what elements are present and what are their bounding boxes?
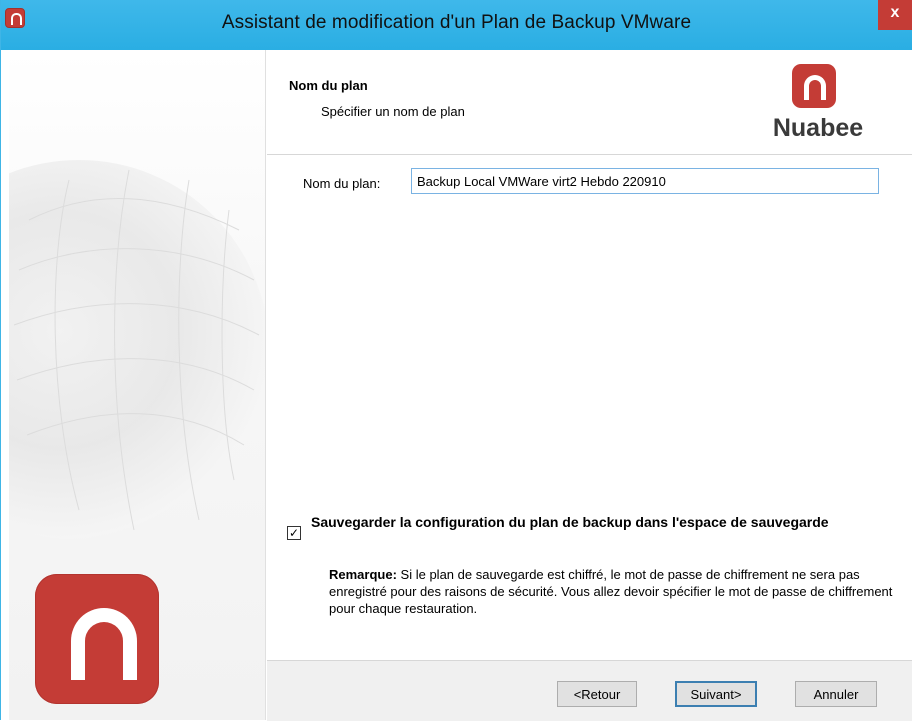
titlebar[interactable]: Assistant de modification d'un Plan de B… [1,0,912,50]
brand-name: Nuabee [772,114,864,142]
save-config-label[interactable]: Sauvegarder la configuration du plan de … [311,514,871,531]
globe-lines-graphic [13,169,260,531]
brand-logo: Nuabee [764,64,872,144]
back-button[interactable]: <Retour [557,681,637,707]
nuabee-logo-icon [792,64,836,108]
plan-name-input[interactable] [411,168,879,194]
next-button[interactable]: Suivant> [675,681,757,707]
window-title: Assistant de modification d'un Plan de B… [221,12,692,33]
save-config-checkbox[interactable]: ✓ [287,526,301,540]
security-note: Remarque: Si le plan de sauvegarde est c… [329,566,899,617]
plan-name-row: Nom du plan: [267,168,912,200]
step-title: Nom du plan [289,78,368,93]
wizard-footer: <Retour Suivant> Annuler [267,660,912,721]
wizard-window: Assistant de modification d'un Plan de B… [0,0,912,721]
plan-name-label: Nom du plan: [303,176,381,191]
close-button[interactable]: x [878,0,912,30]
step-subtitle: Spécifier un nom de plan [321,104,465,119]
nuabee-logo-large-icon [35,574,159,704]
wizard-header: Nom du plan Spécifier un nom de plan Nua… [267,50,912,155]
note-text: Si le plan de sauvegarde est chiffré, le… [329,567,893,616]
side-panel [9,50,266,720]
content-area: Nom du plan Spécifier un nom de plan Nua… [9,50,912,721]
save-config-row: ✓ Sauvegarder la configuration du plan d… [267,514,912,554]
note-label: Remarque: [329,567,397,582]
cancel-button[interactable]: Annuler [795,681,877,707]
